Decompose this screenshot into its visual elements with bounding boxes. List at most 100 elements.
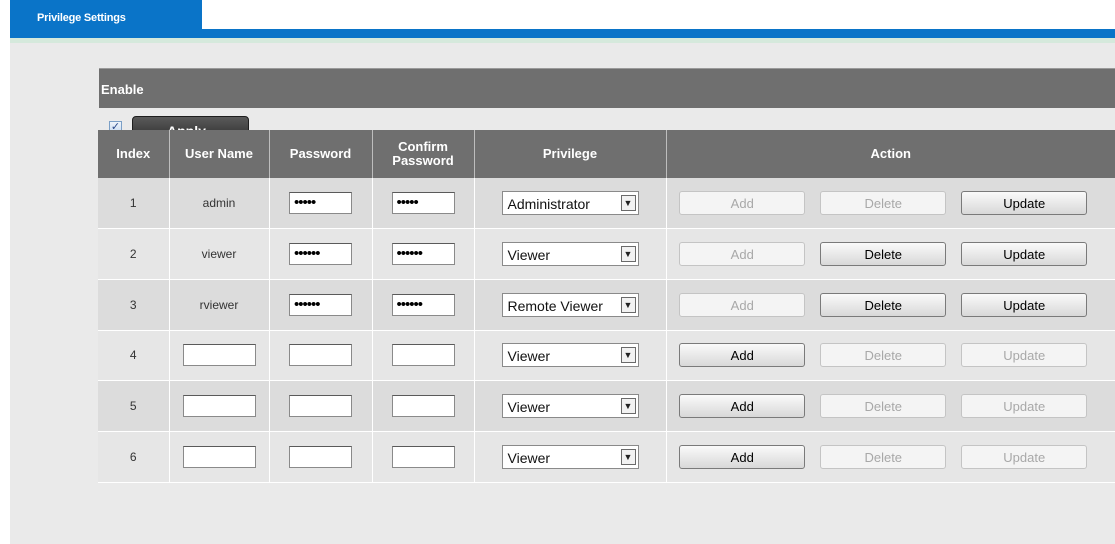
chevron-down-icon[interactable]: ▼ xyxy=(620,195,636,212)
col-confirm-header: Confirm Password xyxy=(371,130,474,178)
privilege-select[interactable]: Remote Viewer ▼ xyxy=(501,292,639,317)
index-cell: 2 xyxy=(98,228,169,280)
col-password-header: Password xyxy=(268,130,372,178)
tab-bar: Privilege Settings xyxy=(0,0,1115,45)
delete-button[interactable]: Delete xyxy=(820,444,947,469)
col-action-header: Action xyxy=(665,130,1115,178)
password-input[interactable] xyxy=(289,344,352,367)
privilege-select[interactable]: Administrator ▼ xyxy=(501,191,639,216)
table-header-row: Index User Name Password Confirm Password… xyxy=(98,130,1115,178)
username-cell: rviewer xyxy=(168,279,269,331)
privilege-value: Viewer xyxy=(507,449,551,466)
privilege-cell: Viewer ▼ xyxy=(473,228,666,280)
update-button[interactable]: Update xyxy=(961,191,1088,216)
action-cell: Add Delete Update xyxy=(665,228,1115,280)
privilege-value: Viewer xyxy=(507,247,551,264)
confirm-password-input[interactable] xyxy=(391,445,455,468)
add-button[interactable]: Add xyxy=(679,394,806,419)
add-button[interactable]: Add xyxy=(679,191,806,216)
index-cell: 3 xyxy=(98,279,169,331)
username-input[interactable] xyxy=(182,395,256,418)
privilege-cell: Viewer ▼ xyxy=(473,431,666,483)
enable-section-header: Enable xyxy=(99,68,1115,108)
col-username-header: User Name xyxy=(168,130,269,178)
confirm-cell xyxy=(371,431,474,483)
password-input[interactable]: •••••• xyxy=(289,293,352,316)
chevron-down-icon[interactable]: ▼ xyxy=(620,398,636,415)
confirm-password-input[interactable] xyxy=(391,344,455,367)
users-table: Index User Name Password Confirm Password… xyxy=(98,130,1115,483)
add-button[interactable]: Add xyxy=(679,242,806,267)
username-cell xyxy=(168,431,269,483)
delete-button[interactable]: Delete xyxy=(820,292,947,317)
chevron-down-icon[interactable]: ▼ xyxy=(620,448,636,465)
add-button[interactable]: Add xyxy=(679,444,806,469)
index-cell: 5 xyxy=(98,380,169,432)
chevron-down-icon[interactable]: ▼ xyxy=(620,296,636,313)
update-button[interactable]: Update xyxy=(961,444,1088,469)
table-row: 3 rviewer •••••• •••••• Remote Viewer ▼ … xyxy=(98,279,1115,331)
confirm-password-input[interactable] xyxy=(391,395,455,418)
privilege-value: Administrator xyxy=(507,196,590,213)
username-text: rviewer xyxy=(199,297,239,312)
username-cell xyxy=(168,380,269,432)
index-cell: 4 xyxy=(98,330,169,382)
privilege-select[interactable]: Viewer ▼ xyxy=(501,242,639,267)
privilege-cell: Administrator ▼ xyxy=(473,178,666,230)
password-input[interactable]: •••••• xyxy=(289,243,352,266)
delete-button[interactable]: Delete xyxy=(820,191,947,216)
privilege-select[interactable]: Viewer ▼ xyxy=(501,394,639,419)
username-text: viewer xyxy=(201,247,237,262)
confirm-password-input[interactable]: •••••• xyxy=(391,243,455,266)
update-button[interactable]: Update xyxy=(961,343,1088,368)
privilege-value: Viewer xyxy=(507,348,551,365)
index-cell: 6 xyxy=(98,431,169,483)
update-button[interactable]: Update xyxy=(961,292,1088,317)
table-row: 6 Viewer ▼ Add Delete Update xyxy=(98,431,1115,483)
password-cell xyxy=(268,380,372,432)
update-button[interactable]: Update xyxy=(961,394,1088,419)
chevron-down-icon[interactable]: ▼ xyxy=(620,246,636,263)
table-row: 1 admin ••••• ••••• Administrator ▼ Add D… xyxy=(98,178,1115,230)
username-input[interactable] xyxy=(182,445,256,468)
delete-button[interactable]: Delete xyxy=(820,343,947,368)
username-cell xyxy=(168,330,269,382)
confirm-password-input[interactable]: ••••• xyxy=(391,192,455,215)
table-row: 5 Viewer ▼ Add Delete Update xyxy=(98,380,1115,432)
index-cell: 1 xyxy=(98,178,169,230)
chevron-down-icon[interactable]: ▼ xyxy=(620,347,636,364)
password-cell: ••••• xyxy=(268,178,372,230)
password-cell: •••••• xyxy=(268,228,372,280)
privilege-cell: Viewer ▼ xyxy=(473,380,666,432)
password-cell xyxy=(268,330,372,382)
action-cell: Add Delete Update xyxy=(665,279,1115,331)
confirm-cell: ••••• xyxy=(371,178,474,230)
privilege-select[interactable]: Viewer ▼ xyxy=(501,343,639,368)
enable-label: Enable xyxy=(101,82,144,97)
privilege-cell: Remote Viewer ▼ xyxy=(473,279,666,331)
privilege-select[interactable]: Viewer ▼ xyxy=(501,444,639,469)
update-button[interactable]: Update xyxy=(961,242,1088,267)
privilege-value: Viewer xyxy=(507,399,551,416)
username-input[interactable] xyxy=(182,344,256,367)
privilege-value: Remote Viewer xyxy=(507,297,603,314)
password-input[interactable] xyxy=(289,445,352,468)
password-input[interactable]: ••••• xyxy=(289,192,352,215)
action-cell: Add Delete Update xyxy=(665,380,1115,432)
confirm-cell xyxy=(371,380,474,432)
confirm-header-line1: Confirm xyxy=(398,139,448,154)
confirm-password-input[interactable]: •••••• xyxy=(391,293,455,316)
add-button[interactable]: Add xyxy=(679,343,806,368)
delete-button[interactable]: Delete xyxy=(820,394,947,419)
action-cell: Add Delete Update xyxy=(665,330,1115,382)
delete-button[interactable]: Delete xyxy=(820,242,947,267)
password-cell: •••••• xyxy=(268,279,372,331)
action-cell: Add Delete Update xyxy=(665,178,1115,230)
username-text: admin xyxy=(202,196,236,211)
password-input[interactable] xyxy=(289,395,352,418)
add-button[interactable]: Add xyxy=(679,292,806,317)
action-cell: Add Delete Update xyxy=(665,431,1115,483)
username-cell: viewer xyxy=(168,228,269,280)
tab-privilege-settings[interactable]: Privilege Settings xyxy=(10,0,202,37)
username-cell: admin xyxy=(168,178,269,230)
